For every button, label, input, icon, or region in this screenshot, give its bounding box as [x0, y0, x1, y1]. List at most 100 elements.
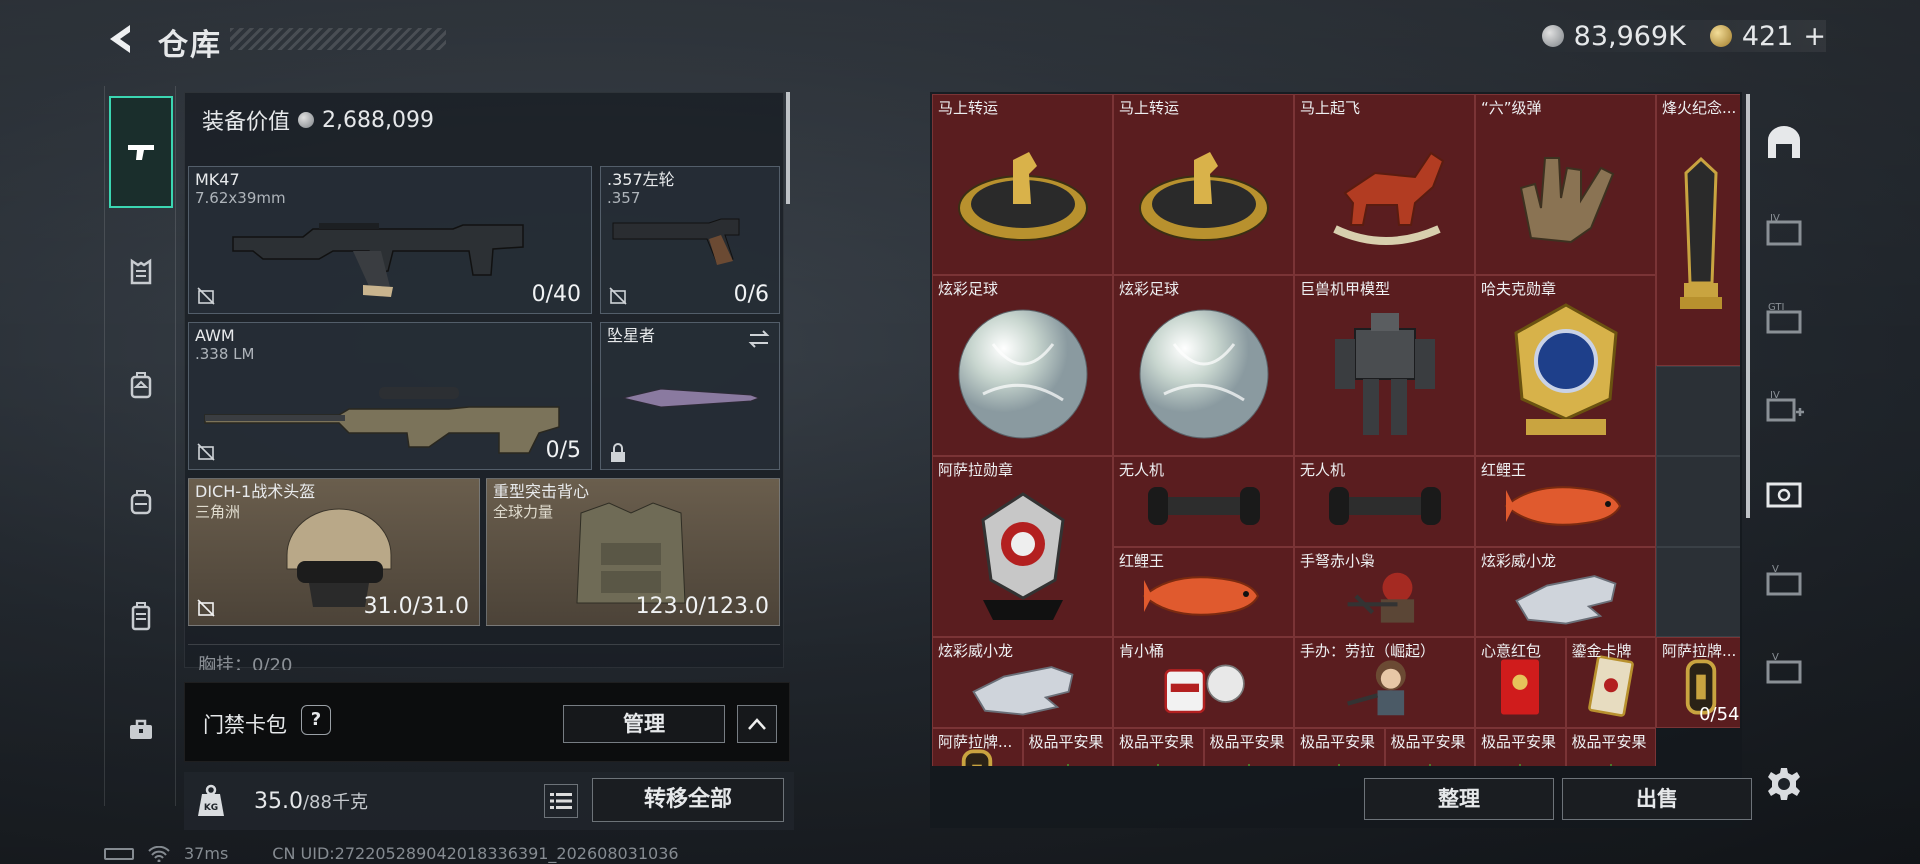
keycard-collapse-button[interactable] — [737, 705, 777, 743]
revolver-icon — [612, 218, 740, 265]
stash-tab-1[interactable]: IV — [1762, 208, 1806, 252]
stash-tab-3[interactable]: IV — [1762, 384, 1806, 428]
storage-box-icon: V — [1766, 652, 1802, 684]
weight-max: /88千克 — [302, 792, 368, 813]
case-icon — [131, 602, 151, 631]
nav-vest[interactable] — [109, 356, 173, 416]
stash-item[interactable]: 肯小桶 — [1113, 637, 1294, 728]
stash-item[interactable]: 极品平安果 — [1203, 727, 1294, 766]
uid-text: CN UID:272205289042018336391_20260803103… — [272, 844, 679, 863]
slot-sniper-weapon[interactable]: AWM .338 LM 0/5 — [188, 322, 592, 470]
stash-item[interactable]: 阿萨拉勋章 — [932, 456, 1113, 637]
stash-item[interactable]: 马上转运 — [1113, 94, 1294, 275]
status-bar: 37ms CN UID:272205289042018336391_202608… — [104, 844, 679, 863]
empty-slot[interactable] — [1656, 546, 1740, 637]
slot-helmet[interactable]: DICH-1战术头盔 三角洲 31.0/31.0 — [188, 478, 480, 626]
stash-tab-4[interactable] — [1762, 470, 1806, 514]
settings-gear-icon[interactable] — [1766, 766, 1802, 802]
stash-item[interactable]: 手弩赤小枭 — [1294, 546, 1475, 637]
melee-name: 坠星者 — [607, 326, 656, 345]
stash-tab-all[interactable] — [1762, 122, 1806, 166]
transfer-all-button[interactable]: 转移全部 — [592, 778, 784, 822]
item-name: 心意红包 — [1481, 642, 1542, 660]
keycard-manage-button[interactable]: 管理 — [563, 705, 725, 743]
nav-armor[interactable] — [109, 242, 173, 302]
stash-item[interactable]: 极品平安果 — [1022, 727, 1113, 766]
nav-toolbox[interactable] — [109, 700, 173, 760]
stash-item[interactable]: 心意红包 — [1475, 637, 1566, 728]
stash-item[interactable]: 无人机 — [1113, 456, 1294, 547]
nav-weapons[interactable] — [109, 96, 173, 208]
keycard-help-button[interactable]: ? — [301, 705, 331, 735]
ammo-count: 0/6 — [733, 282, 769, 307]
stash-item[interactable]: 极品平安果 — [1475, 727, 1566, 766]
stash-item[interactable]: 极品平安果 — [1384, 727, 1475, 766]
slot-primary-weapon[interactable]: MK47 7.62x39mm 0/40 — [188, 166, 592, 314]
stash-item[interactable]: 炫彩威小龙 — [1475, 546, 1656, 637]
empty-slot[interactable] — [1656, 456, 1740, 547]
stash-item[interactable]: 极品平安果 — [1294, 727, 1385, 766]
list-view-button[interactable] — [544, 784, 578, 818]
stash-item[interactable]: “六”级弹 — [1475, 94, 1656, 275]
stash-item[interactable]: 鎏金卡牌 — [1565, 637, 1656, 728]
stash-tab-2[interactable]: GTI — [1762, 296, 1806, 340]
back-button[interactable] — [104, 22, 136, 56]
battery-icon — [104, 847, 134, 860]
stash-item[interactable]: 红鲤王 — [1113, 546, 1294, 637]
item-name: “六”级弹 — [1481, 99, 1542, 117]
stash-item[interactable]: 红鲤王 — [1475, 456, 1656, 547]
item-name: 红鲤王 — [1119, 551, 1165, 570]
stash-scrollbar[interactable] — [1746, 94, 1750, 518]
slot-melee[interactable]: 坠星者 — [600, 322, 780, 470]
sell-button[interactable]: 出售 — [1562, 778, 1752, 820]
back-arrow-icon — [110, 25, 130, 53]
stash-item[interactable]: 炫彩威小龙 — [932, 637, 1113, 728]
add-currency-button[interactable]: + — [1803, 21, 1826, 52]
sort-button[interactable]: 整理 — [1364, 778, 1554, 820]
empty-slot[interactable] — [1656, 365, 1740, 456]
stash-item[interactable]: 马上转运 — [932, 94, 1113, 275]
stash-tab-5[interactable]: V — [1762, 558, 1806, 602]
weapon-caliber: .357 — [607, 189, 641, 207]
football-icon — [933, 276, 1112, 455]
stash-item[interactable]: 巨兽机甲模型 — [1294, 275, 1475, 456]
slot-body-armor[interactable]: 重型突击背心 全球力量 123.0/123.0 — [486, 478, 780, 626]
stash-item[interactable]: 哈夫克勋章 — [1475, 275, 1656, 456]
chest-rig-row[interactable]: 胸挂：0/20 — [188, 644, 780, 670]
hand-sign-icon — [1476, 95, 1655, 274]
stash-tab-6[interactable]: V — [1762, 646, 1806, 690]
equipment-value-label: 装备价值 — [202, 110, 291, 135]
item-name: 巨兽机甲模型 — [1300, 280, 1391, 298]
armor-durability: 123.0/123.0 — [635, 594, 769, 619]
stash-item[interactable]: 炫彩足球 — [932, 275, 1113, 456]
stash-grid: 马上转运 马上转运 马上起飞 “六”级弹 烽火纪念... 炫彩足球 炫彩足球 巨兽机甲模型 哈夫… — [932, 94, 1740, 766]
stash-item[interactable]: 无人机 — [1294, 456, 1475, 547]
item-name: 马上起飞 — [1300, 99, 1361, 117]
stash-item[interactable]: 阿萨拉牌... 0/54 — [1656, 637, 1740, 728]
weight-icon: KG — [198, 784, 224, 816]
loadout-scrollbar[interactable] — [786, 92, 790, 204]
item-name: 鎏金卡牌 — [1571, 642, 1632, 660]
nav-case[interactable] — [109, 586, 173, 646]
stash-item[interactable]: 炫彩足球 — [1113, 275, 1294, 456]
stash-item[interactable]: 阿萨拉牌... — [932, 727, 1023, 766]
item-name: 极品平安果 — [1390, 732, 1466, 751]
mech-icon — [1295, 276, 1474, 455]
svg-text:V: V — [1772, 652, 1779, 663]
swap-icon[interactable] — [747, 329, 771, 349]
weight-bar: KG 35.0/88千克 转移全部 — [184, 772, 794, 830]
slot-secondary-weapon[interactable]: .357左轮 .357 0/6 — [600, 166, 780, 314]
item-name: 无人机 — [1300, 461, 1346, 479]
helmet-brand: 三角洲 — [195, 503, 241, 521]
stash-item[interactable]: 烽火纪念... — [1656, 94, 1740, 366]
item-name: 炫彩威小龙 — [938, 642, 1014, 660]
stash-item[interactable]: 马上起飞 — [1294, 94, 1475, 275]
no-mod-icon — [197, 599, 215, 617]
stash-item[interactable]: 极品平安果 — [1565, 727, 1656, 766]
nav-backpack[interactable] — [109, 472, 173, 532]
item-name: 手办：劳拉（崛起） — [1300, 642, 1436, 660]
stash-item[interactable]: 极品平安果 — [1113, 727, 1204, 766]
item-name: 极品平安果 — [1571, 732, 1647, 751]
no-mod-icon — [197, 443, 215, 461]
stash-item[interactable]: 手办：劳拉（崛起） — [1294, 637, 1475, 728]
